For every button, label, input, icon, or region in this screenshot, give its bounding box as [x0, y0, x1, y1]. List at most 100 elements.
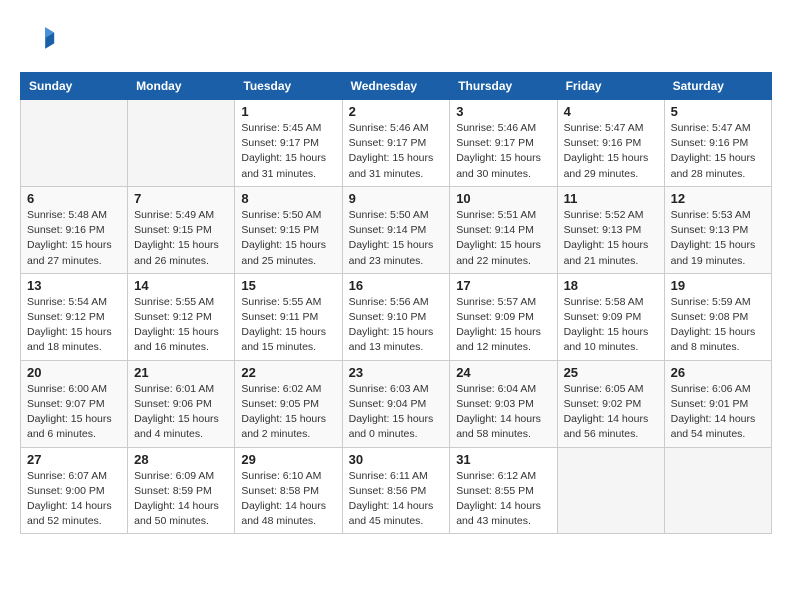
day-number: 4	[564, 104, 658, 119]
calendar-day-header: Saturday	[664, 73, 771, 100]
day-info: Sunrise: 5:55 AMSunset: 9:12 PMDaylight:…	[134, 295, 228, 356]
calendar-cell: 19 Sunrise: 5:59 AMSunset: 9:08 PMDayligh…	[664, 273, 771, 360]
calendar-cell: 14 Sunrise: 5:55 AMSunset: 9:12 PMDayligh…	[128, 273, 235, 360]
day-info: Sunrise: 5:54 AMSunset: 9:12 PMDaylight:…	[27, 295, 121, 356]
logo	[20, 20, 60, 56]
day-number: 12	[671, 191, 765, 206]
calendar-cell: 16 Sunrise: 5:56 AMSunset: 9:10 PMDayligh…	[342, 273, 450, 360]
day-number: 30	[349, 452, 444, 467]
day-number: 26	[671, 365, 765, 380]
calendar-cell	[128, 100, 235, 187]
day-info: Sunrise: 6:12 AMSunset: 8:55 PMDaylight:…	[456, 469, 550, 530]
calendar-day-header: Sunday	[21, 73, 128, 100]
day-number: 15	[241, 278, 335, 293]
calendar-cell: 5Sunrise: 5:47 AMSunset: 9:16 PMDaylight…	[664, 100, 771, 187]
day-number: 24	[456, 365, 550, 380]
day-info: Sunrise: 5:50 AMSunset: 9:14 PMDaylight:…	[349, 208, 444, 269]
calendar-cell: 15 Sunrise: 5:55 AMSunset: 9:11 PMDayligh…	[235, 273, 342, 360]
day-number: 16	[349, 278, 444, 293]
calendar-day-header: Friday	[557, 73, 664, 100]
calendar-cell: 22 Sunrise: 6:02 AMSunset: 9:05 PMDayligh…	[235, 360, 342, 447]
day-number: 22	[241, 365, 335, 380]
day-number: 3	[456, 104, 550, 119]
day-info: Sunrise: 5:53 AMSunset: 9:13 PMDaylight:…	[671, 208, 765, 269]
calendar-cell	[664, 447, 771, 534]
calendar-cell: 7Sunrise: 5:49 AMSunset: 9:15 PMDaylight…	[128, 186, 235, 273]
day-info: Sunrise: 6:07 AMSunset: 9:00 PMDaylight:…	[27, 469, 121, 530]
logo-icon	[20, 20, 56, 56]
calendar-week-row: 27 Sunrise: 6:07 AMSunset: 9:00 PMDayligh…	[21, 447, 772, 534]
calendar-week-row: 6Sunrise: 5:48 AMSunset: 9:16 PMDaylight…	[21, 186, 772, 273]
calendar-cell: 8 Sunrise: 5:50 AMSunset: 9:15 PMDaylight…	[235, 186, 342, 273]
calendar-week-row: 13 Sunrise: 5:54 AMSunset: 9:12 PMDayligh…	[21, 273, 772, 360]
day-info: Sunrise: 5:56 AMSunset: 9:10 PMDaylight:…	[349, 295, 444, 356]
calendar-cell	[557, 447, 664, 534]
calendar-header-row: SundayMondayTuesdayWednesdayThursdayFrid…	[21, 73, 772, 100]
day-number: 1	[241, 104, 335, 119]
day-number: 9	[349, 191, 444, 206]
calendar-cell: 4Sunrise: 5:47 AMSunset: 9:16 PMDaylight…	[557, 100, 664, 187]
day-info: Sunrise: 6:01 AMSunset: 9:06 PMDaylight:…	[134, 382, 228, 443]
day-info: Sunrise: 5:48 AMSunset: 9:16 PMDaylight:…	[27, 208, 121, 269]
calendar-cell: 24Sunrise: 6:04 AMSunset: 9:03 PMDayligh…	[450, 360, 557, 447]
day-info: Sunrise: 5:59 AMSunset: 9:08 PMDaylight:…	[671, 295, 765, 356]
calendar-cell: 21 Sunrise: 6:01 AMSunset: 9:06 PMDayligh…	[128, 360, 235, 447]
day-info: Sunrise: 6:06 AMSunset: 9:01 PMDaylight:…	[671, 382, 765, 443]
calendar-week-row: 20 Sunrise: 6:00 AMSunset: 9:07 PMDayligh…	[21, 360, 772, 447]
day-number: 29	[241, 452, 335, 467]
day-number: 14	[134, 278, 228, 293]
day-number: 13	[27, 278, 121, 293]
calendar-cell: 2 Sunrise: 5:46 AMSunset: 9:17 PMDaylight…	[342, 100, 450, 187]
day-info: Sunrise: 5:46 AMSunset: 9:17 PMDaylight:…	[349, 121, 444, 182]
calendar-cell: 30Sunrise: 6:11 AMSunset: 8:56 PMDayligh…	[342, 447, 450, 534]
calendar-cell: 27 Sunrise: 6:07 AMSunset: 9:00 PMDayligh…	[21, 447, 128, 534]
page-header	[20, 20, 772, 56]
calendar-day-header: Wednesday	[342, 73, 450, 100]
calendar-cell: 29 Sunrise: 6:10 AMSunset: 8:58 PMDayligh…	[235, 447, 342, 534]
calendar-week-row: 1 Sunrise: 5:45 AMSunset: 9:17 PMDaylight…	[21, 100, 772, 187]
calendar-cell: 6Sunrise: 5:48 AMSunset: 9:16 PMDaylight…	[21, 186, 128, 273]
day-info: Sunrise: 5:55 AMSunset: 9:11 PMDaylight:…	[241, 295, 335, 356]
day-number: 21	[134, 365, 228, 380]
day-number: 10	[456, 191, 550, 206]
calendar-cell: 17 Sunrise: 5:57 AMSunset: 9:09 PMDayligh…	[450, 273, 557, 360]
day-info: Sunrise: 5:49 AMSunset: 9:15 PMDaylight:…	[134, 208, 228, 269]
day-number: 25	[564, 365, 658, 380]
calendar-cell: 23Sunrise: 6:03 AMSunset: 9:04 PMDayligh…	[342, 360, 450, 447]
calendar-day-header: Tuesday	[235, 73, 342, 100]
day-number: 31	[456, 452, 550, 467]
day-info: Sunrise: 5:50 AMSunset: 9:15 PMDaylight:…	[241, 208, 335, 269]
calendar-cell: 18 Sunrise: 5:58 AMSunset: 9:09 PMDayligh…	[557, 273, 664, 360]
day-number: 5	[671, 104, 765, 119]
day-info: Sunrise: 5:46 AMSunset: 9:17 PMDaylight:…	[456, 121, 550, 182]
calendar-cell: 25 Sunrise: 6:05 AMSunset: 9:02 PMDayligh…	[557, 360, 664, 447]
day-info: Sunrise: 6:02 AMSunset: 9:05 PMDaylight:…	[241, 382, 335, 443]
day-info: Sunrise: 5:52 AMSunset: 9:13 PMDaylight:…	[564, 208, 658, 269]
day-number: 19	[671, 278, 765, 293]
calendar-cell: 28Sunrise: 6:09 AMSunset: 8:59 PMDayligh…	[128, 447, 235, 534]
calendar-cell: 12 Sunrise: 5:53 AMSunset: 9:13 PMDayligh…	[664, 186, 771, 273]
day-number: 27	[27, 452, 121, 467]
calendar-cell: 10Sunrise: 5:51 AMSunset: 9:14 PMDayligh…	[450, 186, 557, 273]
day-info: Sunrise: 5:57 AMSunset: 9:09 PMDaylight:…	[456, 295, 550, 356]
day-info: Sunrise: 6:10 AMSunset: 8:58 PMDaylight:…	[241, 469, 335, 530]
calendar-day-header: Thursday	[450, 73, 557, 100]
day-number: 20	[27, 365, 121, 380]
calendar-cell: 3 Sunrise: 5:46 AMSunset: 9:17 PMDaylight…	[450, 100, 557, 187]
calendar-cell: 20 Sunrise: 6:00 AMSunset: 9:07 PMDayligh…	[21, 360, 128, 447]
calendar-table: SundayMondayTuesdayWednesdayThursdayFrid…	[20, 72, 772, 534]
day-info: Sunrise: 6:09 AMSunset: 8:59 PMDaylight:…	[134, 469, 228, 530]
calendar-cell	[21, 100, 128, 187]
day-number: 23	[349, 365, 444, 380]
day-number: 17	[456, 278, 550, 293]
day-info: Sunrise: 5:45 AMSunset: 9:17 PMDaylight:…	[241, 121, 335, 182]
day-number: 11	[564, 191, 658, 206]
day-info: Sunrise: 5:58 AMSunset: 9:09 PMDaylight:…	[564, 295, 658, 356]
day-info: Sunrise: 6:00 AMSunset: 9:07 PMDaylight:…	[27, 382, 121, 443]
day-number: 8	[241, 191, 335, 206]
day-info: Sunrise: 6:05 AMSunset: 9:02 PMDaylight:…	[564, 382, 658, 443]
day-number: 18	[564, 278, 658, 293]
calendar-cell: 1 Sunrise: 5:45 AMSunset: 9:17 PMDaylight…	[235, 100, 342, 187]
calendar-day-header: Monday	[128, 73, 235, 100]
day-number: 2	[349, 104, 444, 119]
